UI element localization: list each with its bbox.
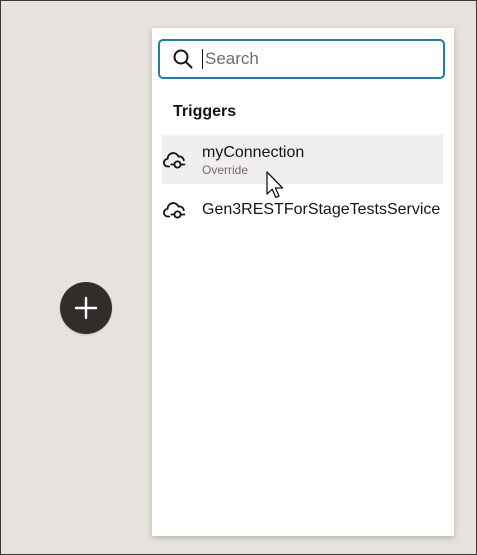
cloud-connection-icon bbox=[163, 152, 186, 169]
canvas: Triggers myConnection Override Gen3RES bbox=[0, 0, 477, 555]
add-trigger-button[interactable] bbox=[60, 282, 112, 334]
list-item-text: myConnection Override bbox=[202, 144, 304, 178]
list-item-text: Gen3RESTForStageTestsService bbox=[202, 201, 440, 219]
search-box[interactable] bbox=[158, 39, 445, 79]
trigger-picker-panel: Triggers myConnection Override Gen3RES bbox=[152, 28, 454, 536]
list-item-title: myConnection bbox=[202, 144, 305, 161]
search-input[interactable] bbox=[202, 49, 435, 69]
list-item-title: Gen3RESTForStageTestsService bbox=[202, 201, 441, 218]
section-heading: Triggers bbox=[173, 103, 237, 120]
search-icon bbox=[172, 48, 194, 70]
list-item-gen3restforstagetestsservice[interactable]: Gen3RESTForStageTestsService bbox=[162, 192, 443, 228]
list-item-myconnection[interactable]: myConnection Override bbox=[162, 135, 443, 184]
list-item-subtitle: Override bbox=[202, 163, 249, 177]
plus-icon bbox=[74, 296, 98, 320]
cloud-connection-icon bbox=[163, 202, 186, 219]
